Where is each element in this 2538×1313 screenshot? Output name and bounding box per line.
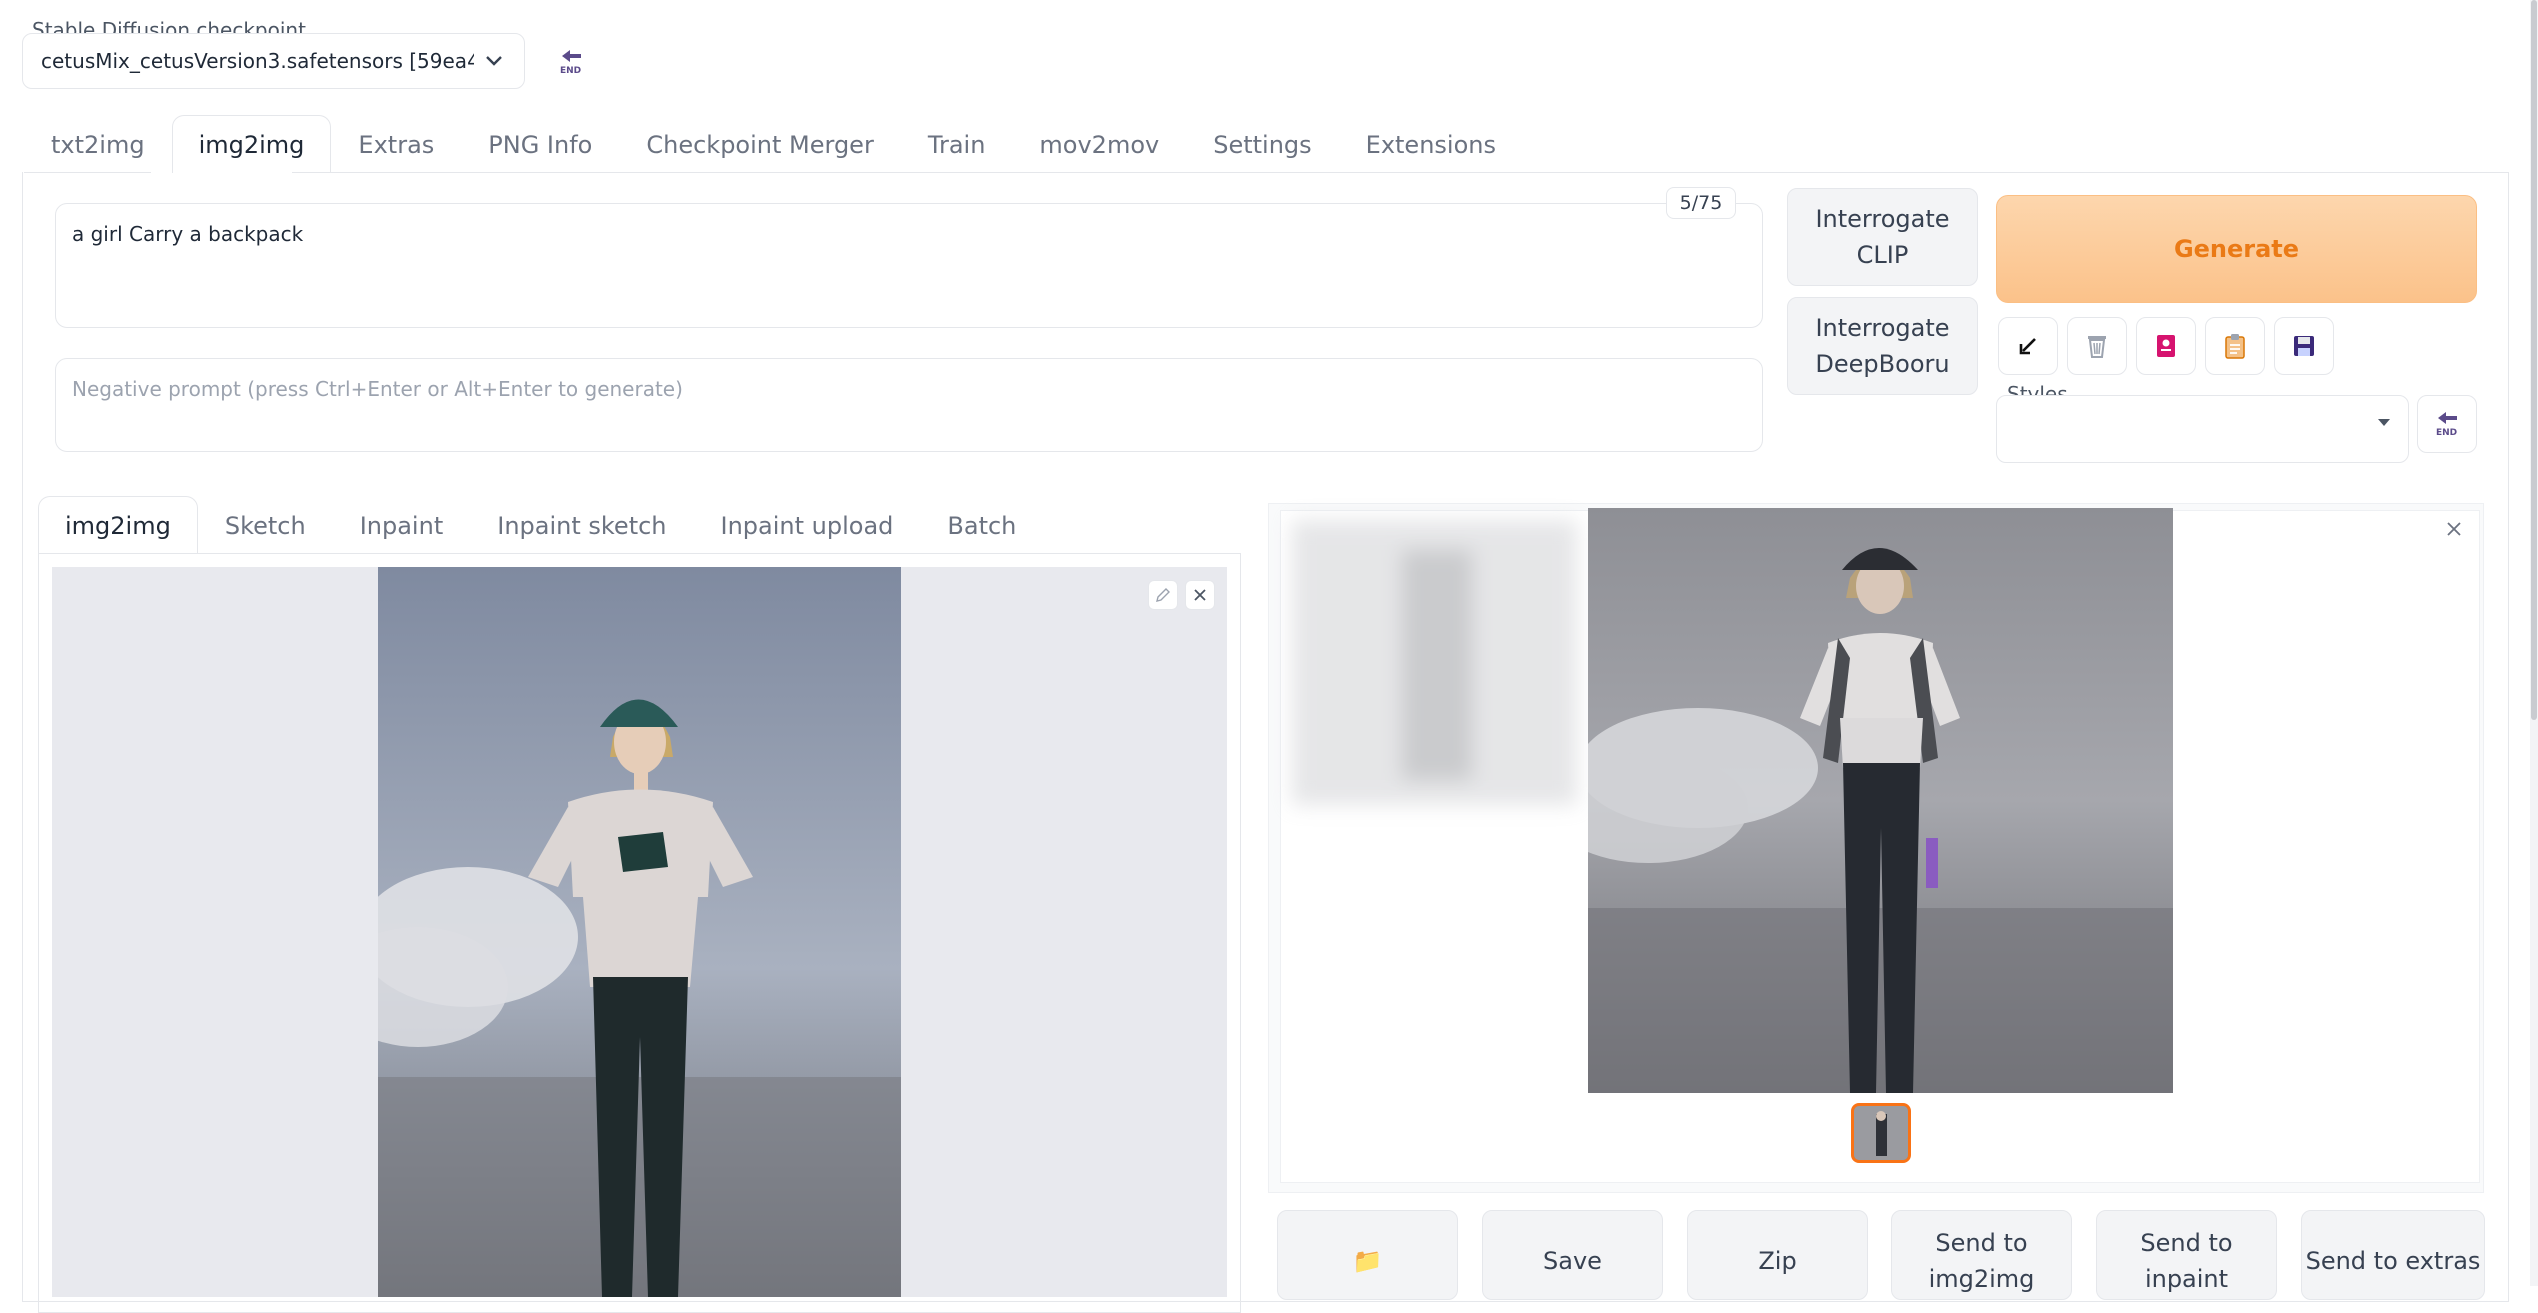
tab-extras[interactable]: Extras <box>331 115 461 173</box>
refresh-checkpoint-button[interactable]: END <box>541 33 601 91</box>
tab-train[interactable]: Train <box>901 115 1013 173</box>
open-folder-button[interactable]: 📁 <box>1277 1210 1458 1300</box>
tab-divider <box>292 172 2509 173</box>
clipboard-icon <box>2225 334 2245 359</box>
send-to-img2img-label: Send to img2img <box>1928 1229 2035 1293</box>
negative-prompt-textarea[interactable]: Negative prompt (press Ctrl+Enter or Alt… <box>55 358 1763 452</box>
interrogate-deepbooru-button[interactable]: Interrogate DeepBooru <box>1787 297 1978 395</box>
save-button[interactable]: Save <box>1482 1210 1663 1300</box>
subtab-img2img[interactable]: img2img <box>38 496 198 554</box>
caret-down-icon <box>2378 419 2390 426</box>
input-image <box>378 567 901 1297</box>
interrogate-deepbooru-label: Interrogate DeepBooru <box>1815 314 1950 378</box>
edit-image-button[interactable] <box>1148 580 1178 610</box>
token-counter: 5/75 <box>1666 187 1736 219</box>
tab-png-info[interactable]: PNG Info <box>461 115 619 173</box>
generate-button[interactable]: Generate <box>1996 195 2477 303</box>
tab-txt2img[interactable]: txt2img <box>24 115 172 173</box>
subtab-batch[interactable]: Batch <box>920 496 1043 554</box>
subtab-inpaint-upload[interactable]: Inpaint upload <box>694 496 921 554</box>
tab-mov2mov[interactable]: mov2mov <box>1012 115 1186 173</box>
send-to-extras-button[interactable]: Send to extras <box>2301 1210 2485 1300</box>
interrogate-clip-button[interactable]: Interrogate CLIP <box>1787 188 1978 286</box>
output-image[interactable] <box>1588 508 2173 1093</box>
pencil-icon <box>1156 588 1170 602</box>
prompt-textarea[interactable]: a girl Carry a backpack <box>55 203 1763 328</box>
gallery-thumbnail[interactable] <box>1851 1103 1911 1163</box>
send-to-inpaint-button[interactable]: Send to inpaint <box>2096 1210 2277 1300</box>
tab-extensions[interactable]: Extensions <box>1339 115 1523 173</box>
svg-text:END: END <box>2436 428 2457 438</box>
close-icon <box>2447 522 2461 536</box>
tab-divider <box>24 172 151 173</box>
read-params-button[interactable] <box>1998 317 2058 375</box>
floppy-disk-icon <box>2294 336 2314 356</box>
svg-text:END: END <box>560 66 581 76</box>
close-icon <box>1194 589 1206 601</box>
tab-checkpoint-merger[interactable]: Checkpoint Merger <box>619 115 900 173</box>
refresh-styles-button[interactable]: END <box>2417 395 2477 453</box>
img2img-mode-tabs: img2img Sketch Inpaint Inpaint sketch In… <box>38 496 1043 554</box>
clear-prompt-button[interactable] <box>2067 317 2127 375</box>
subtab-inpaint-sketch[interactable]: Inpaint sketch <box>470 496 693 554</box>
subtab-inpaint[interactable]: Inpaint <box>333 496 471 554</box>
send-to-inpaint-label: Send to inpaint <box>2140 1229 2233 1293</box>
end-arrow-icon: END <box>2436 412 2457 438</box>
clear-image-button[interactable] <box>1185 580 1215 610</box>
checkpoint-dropdown[interactable]: cetusMix_cetusVersion3.safetensors [59ea… <box>22 33 525 89</box>
main-tabs: txt2img img2img Extras PNG Info Checkpoi… <box>24 115 1523 173</box>
close-gallery-button[interactable] <box>2445 520 2463 542</box>
trash-icon <box>2088 336 2106 358</box>
zip-button[interactable]: Zip <box>1687 1210 1868 1300</box>
arrow-down-left-icon <box>2019 338 2036 355</box>
tab-settings[interactable]: Settings <box>1186 115 1338 173</box>
send-to-img2img-button[interactable]: Send to img2img <box>1891 1210 2072 1300</box>
checkpoint-value: cetusMix_cetusVersion3.safetensors [59ea… <box>41 49 474 73</box>
gallery-blur-preview <box>1292 520 1577 805</box>
end-arrow-icon: END <box>560 50 581 76</box>
subtab-sketch[interactable]: Sketch <box>198 496 333 554</box>
folder-icon: 📁 <box>1352 1247 1383 1275</box>
tab-img2img[interactable]: img2img <box>171 115 332 173</box>
apply-styles-button[interactable] <box>2205 317 2265 375</box>
chevron-down-icon <box>484 49 506 73</box>
pink-card-icon <box>2157 335 2175 357</box>
interrogate-clip-label: Interrogate CLIP <box>1815 205 1950 269</box>
page-scrollbar-thumb[interactable] <box>2531 0 2537 720</box>
extra-networks-button[interactable] <box>2136 317 2196 375</box>
styles-dropdown[interactable] <box>1996 395 2409 463</box>
save-style-button[interactable] <box>2274 317 2334 375</box>
